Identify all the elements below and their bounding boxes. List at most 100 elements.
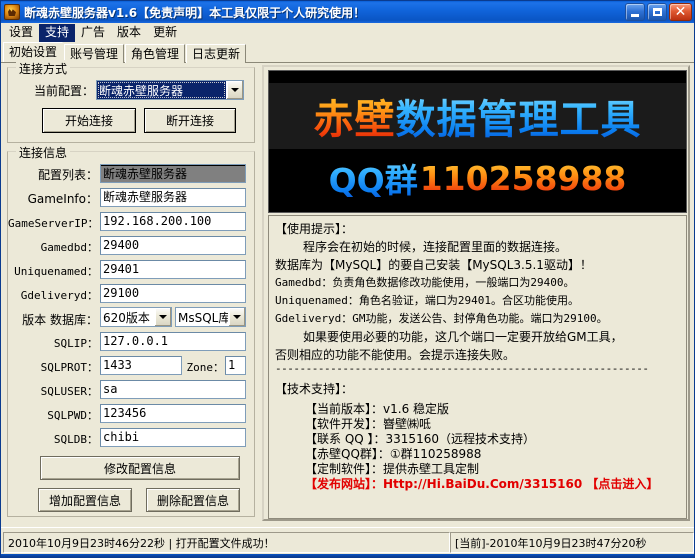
banner-title-part-a: 赤壁 (314, 87, 396, 145)
status-bar: 2010年10月9日23时46分22秒 | 打开配置文件成功！ [当前]-201… (1, 527, 695, 557)
sqldb-label: SQLDB： (8, 431, 98, 447)
info-line-ports-note: 如果要使用必要的功能，这几个端口一定要开放给GM工具， (275, 328, 680, 346)
tab-account-management[interactable]: 账号管理 (64, 44, 124, 63)
status-message: 2010年10月9日23时46分22秒 | 打开配置文件成功！ (3, 532, 450, 553)
support-label-qq-group: 【赤壁QQ群】： (305, 447, 390, 461)
window-controls: ✕ (625, 3, 692, 21)
support-value-developer: 嶜壁㈱呧 (383, 417, 431, 431)
banner-title: 赤壁数据管理工具 (269, 83, 686, 149)
banner-qq-label: QQ群 (329, 154, 418, 202)
maximize-button[interactable] (647, 3, 667, 21)
gameinfo-input[interactable]: 断魂赤壁服务器 (100, 188, 246, 207)
info-line-gamedbd: Gamedbd：负责角色数据修改功能使用，一般端口为29400。 (275, 274, 680, 292)
zone-label: Zone： (186, 359, 224, 375)
info-line-gdeliveryd: Gdeliveryd：GM功能，发送公告、封停角色功能。端口为29100。 (275, 310, 680, 328)
menu-item-support[interactable]: 支持 (39, 24, 75, 42)
info-line-support-heading: 【技术支持】： (275, 380, 680, 398)
tab-log-update[interactable]: 日志更新 (186, 44, 246, 63)
tab-role-management[interactable]: 角色管理 (125, 44, 185, 63)
menu-item-settings[interactable]: 设置 (3, 24, 39, 42)
banner-qq-number: 110258988 (420, 159, 627, 198)
version-value: 620版本 (101, 308, 154, 326)
main-content: 连接方式 当前配置： 断魂赤壁服务器 开始连接 断开连接 连接信息 配置列表： … (1, 63, 695, 529)
window-title: 断魂赤壁服务器v1.6【免责声明】本工具仅限于个人研究使用！ (24, 4, 365, 21)
connect-button[interactable]: 开始连接 (42, 108, 136, 133)
tab-initial-settings[interactable]: 初始设置 (3, 42, 63, 62)
support-label-current-version: 【当前版本】： (305, 402, 383, 416)
menu-item-version[interactable]: 版本 (111, 24, 147, 42)
config-list-label: 配置列表： (12, 166, 98, 183)
gdeliveryd-input[interactable]: 29100 (100, 284, 246, 303)
support-row-website[interactable]: 【发布网站】：Http://Hi.BaiDu.Com/3315160 【点击进入… (275, 477, 680, 492)
support-row-qq-group: 【赤壁QQ群】：①群110258988 (275, 447, 680, 462)
info-line-mysql-driver: 数据库为【MySQL】的要自己安装【MySQL3.5.1驱动】！ (275, 256, 680, 274)
uniquenamed-input[interactable]: 29401 (100, 260, 246, 279)
config-list-listbox[interactable]: 断魂赤壁服务器 (100, 164, 246, 183)
menu-item-ads[interactable]: 广告 (75, 24, 111, 42)
connection-info-group: 连接信息 配置列表： 断魂赤壁服务器 GameInfo： 断魂赤壁服务器 Gam… (7, 151, 255, 517)
chevron-down-icon[interactable] (226, 81, 243, 99)
version-db-label: 版本 数据库： (12, 311, 98, 328)
support-label-contact-qq: 【联系 QQ 】： (305, 432, 386, 446)
close-button[interactable]: ✕ (669, 3, 692, 21)
support-value-current-version: v1.6 稳定版 (383, 402, 449, 416)
uniquenamed-label: Uniquenamed： (8, 263, 98, 279)
chevron-down-icon[interactable] (154, 308, 171, 326)
info-line-divider: ----------------------------------------… (275, 364, 680, 374)
support-value-contact-qq: 3315160（远程技术支持） (386, 432, 535, 446)
connection-method-group: 连接方式 当前配置： 断魂赤壁服务器 开始连接 断开连接 (7, 67, 255, 143)
minimize-icon (631, 14, 639, 17)
sqlpwd-label: SQLPWD： (8, 407, 98, 423)
support-value-qq-group: ①群110258988 (390, 447, 481, 461)
zone-input[interactable]: 1 (225, 356, 246, 375)
close-icon: ✕ (675, 6, 687, 18)
support-row-custom-software: 【定制软件】：提供赤壁工具定制 (275, 462, 680, 477)
support-label-custom-software: 【定制软件】： (305, 462, 383, 476)
usage-info-textbox[interactable]: 【使用提示】： 程序会在初始的时候，连接配置里面的数据连接。 数据库为【MySQ… (268, 215, 687, 519)
gameserverip-label: GameServerIP： (8, 215, 98, 231)
banner-top-strip (269, 71, 686, 83)
support-row-contact-qq: 【联系 QQ 】：3315160（远程技术支持） (275, 432, 680, 447)
modify-config-button[interactable]: 修改配置信息 (40, 456, 240, 480)
disconnect-button[interactable]: 断开连接 (144, 108, 236, 133)
connection-method-title: 连接方式 (16, 60, 70, 77)
connection-info-title: 连接信息 (16, 144, 70, 161)
sqlip-label: SQLIP： (8, 335, 98, 351)
add-config-button[interactable]: 增加配置信息 (38, 488, 132, 512)
delete-config-button[interactable]: 删除配置信息 (146, 488, 240, 512)
current-config-value: 断魂赤壁服务器 (97, 81, 226, 99)
database-combobox[interactable]: MsSQL库 (175, 307, 246, 327)
banner-qq-group: QQ群110258988 (269, 153, 686, 203)
title-bar: 断魂赤壁服务器v1.6【免责声明】本工具仅限于个人研究使用！ ✕ (1, 1, 694, 23)
version-combobox[interactable]: 620版本 (100, 307, 172, 327)
menu-item-update[interactable]: 更新 (147, 24, 183, 42)
gameinfo-label: GameInfo： (12, 190, 98, 207)
sqlprot-input[interactable]: 1433 (100, 356, 182, 375)
maximize-icon (653, 8, 662, 16)
app-icon (4, 4, 20, 20)
sqlpwd-input[interactable]: 123456 (100, 404, 246, 423)
info-line-uniquenamed: Uniquenamed：角色名验证，端口为29401。合区功能使用。 (275, 292, 680, 310)
support-row-developer: 【软件开发】：嶜壁㈱呧 (275, 417, 680, 432)
gdeliveryd-label: Gdeliveryd： (8, 287, 98, 303)
tab-strip: 初始设置 账号管理 角色管理 日志更新 (1, 42, 694, 63)
sqluser-label: SQLUSER： (8, 383, 98, 399)
gamedbd-input[interactable]: 29400 (100, 236, 246, 255)
support-value-website[interactable]: Http://Hi.BaiDu.Com/3315160 【点击进入】 (383, 477, 658, 491)
chevron-down-icon[interactable] (228, 308, 245, 326)
info-right-panel: 赤壁数据管理工具 QQ群110258988 【使用提示】： 程序会在初始的时候，… (262, 65, 690, 521)
gamedbd-label: Gamedbd： (8, 239, 98, 255)
banner-title-part-b: 数据管理工具 (396, 87, 642, 145)
database-value: MsSQL库 (176, 308, 228, 326)
sqldb-input[interactable]: chibi (100, 428, 246, 447)
support-value-custom-software: 提供赤壁工具定制 (383, 462, 479, 476)
window-bottom-border (1, 554, 695, 557)
minimize-button[interactable] (625, 3, 645, 21)
support-row-current-version: 【当前版本】：v1.6 稳定版 (275, 402, 680, 417)
sqlip-input[interactable]: 127.0.0.1 (100, 332, 246, 351)
sqluser-input[interactable]: sa (100, 380, 246, 399)
config-list-selected-item[interactable]: 断魂赤壁服务器 (101, 166, 245, 182)
gameserverip-input[interactable]: 192.168.200.100 (100, 212, 246, 231)
current-config-combobox[interactable]: 断魂赤壁服务器 (96, 80, 244, 100)
banner-image: 赤壁数据管理工具 QQ群110258988 (268, 70, 687, 213)
